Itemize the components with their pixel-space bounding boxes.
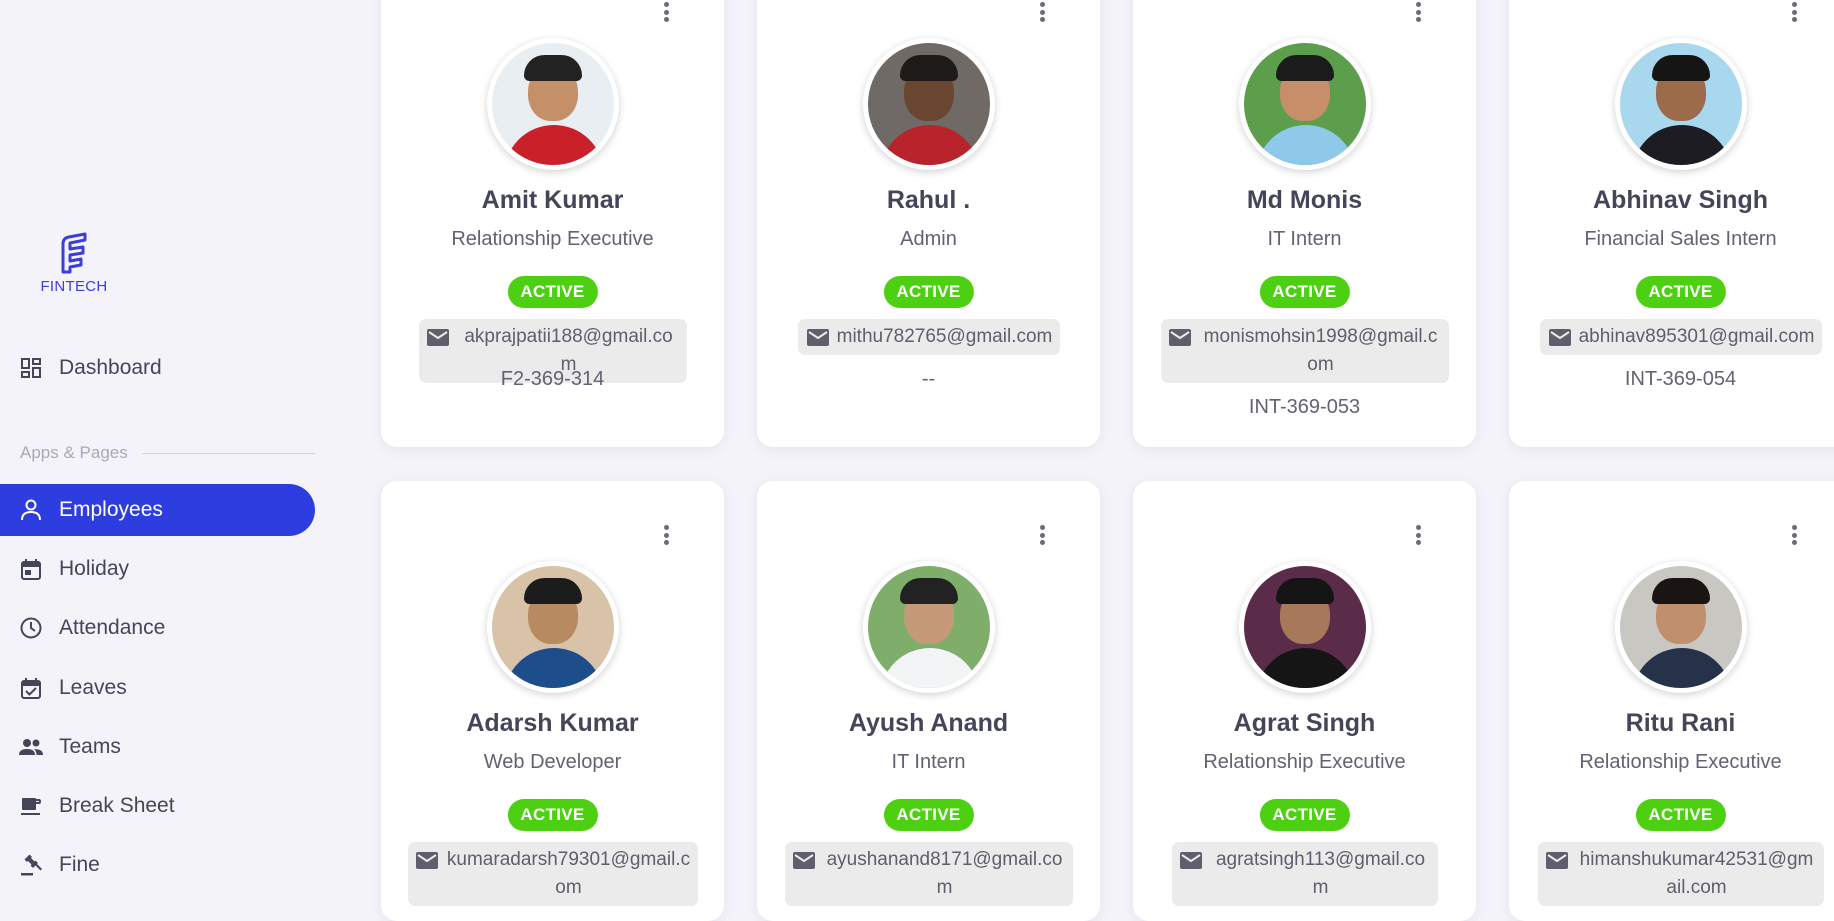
status-badge: ACTIVE (1259, 276, 1350, 308)
employee-card[interactable]: Adarsh Kumar Web Developer ACTIVE kumara… (381, 481, 724, 921)
employee-card[interactable]: Agrat Singh Relationship Executive ACTIV… (1133, 481, 1476, 921)
employee-role: Relationship Executive (451, 228, 654, 250)
mail-icon (792, 852, 815, 869)
avatar (1615, 561, 1747, 693)
employee-code: F2-369-314 (500, 368, 605, 390)
status-badge: ACTIVE (1635, 276, 1726, 308)
sidebar-item-label: Teams (59, 735, 121, 758)
sidebar-item-leaves[interactable]: Leaves (0, 662, 315, 714)
fintech-logo[interactable]: FINTECH (38, 232, 110, 295)
sidebar-item-label: Attendance (59, 616, 166, 639)
calendar-check-icon (18, 675, 44, 701)
employee-email: agratsingh113@gmail.com (1171, 842, 1438, 906)
sidebar-item-label: Break Sheet (59, 794, 175, 817)
sidebar-item-label: Leaves (59, 676, 127, 699)
mail-icon (426, 329, 449, 346)
dashboard-icon (18, 355, 44, 381)
employee-card[interactable]: Md Monis IT Intern ACTIVE monismohsin199… (1133, 0, 1476, 447)
calendar-icon (18, 556, 44, 582)
more-options-icon[interactable] (1032, 0, 1052, 24)
sidebar-item-label: Holiday (59, 557, 130, 580)
employee-email: himanshukumar42531@gmail.com (1537, 842, 1824, 906)
more-options-icon[interactable] (1032, 523, 1052, 547)
coffee-icon (18, 793, 44, 819)
mail-icon (1179, 852, 1202, 869)
logo-text: FINTECH (40, 278, 108, 295)
employee-email: abhinav895301@gmail.com (1539, 319, 1822, 355)
employee-card[interactable]: Ritu Rani Relationship Executive ACTIVE … (1509, 481, 1834, 921)
sidebar-item-attendance[interactable]: Attendance (0, 602, 315, 654)
avatar (863, 561, 995, 693)
avatar (1615, 38, 1747, 170)
employee-name: Adarsh Kumar (466, 709, 639, 737)
status-badge: ACTIVE (1635, 799, 1726, 831)
mail-icon (1548, 329, 1571, 346)
sidebar-item-teams[interactable]: Teams (0, 721, 315, 773)
employee-role: Financial Sales Intern (1584, 228, 1777, 250)
clock-icon (18, 615, 44, 641)
status-badge: ACTIVE (883, 276, 974, 308)
status-badge: ACTIVE (1259, 799, 1350, 831)
employee-name: Rahul . (886, 186, 971, 214)
employee-email: kumaradarsh79301@gmail.com (407, 842, 698, 906)
employee-code: INT-369-053 (1248, 396, 1361, 418)
employee-role: IT Intern (1267, 228, 1342, 250)
status-badge: ACTIVE (507, 799, 598, 831)
employee-role: Relationship Executive (1203, 751, 1406, 773)
employee-email: mithu782765@gmail.com (797, 319, 1060, 355)
person-icon (18, 497, 44, 523)
employee-name: Amit Kumar (481, 186, 624, 214)
avatar (863, 38, 995, 170)
employee-card[interactable]: Ayush Anand IT Intern ACTIVE ayushanand8… (757, 481, 1100, 921)
sidebar-item-break-sheet[interactable]: Break Sheet (0, 780, 315, 832)
status-badge: ACTIVE (507, 276, 598, 308)
more-options-icon[interactable] (1784, 523, 1804, 547)
sidebar-item-label: Dashboard (59, 356, 162, 379)
employee-name: Abhinav Singh (1593, 186, 1768, 214)
employee-name: Md Monis (1246, 186, 1363, 214)
avatar (1239, 38, 1371, 170)
sidebar: FINTECH Dashboard Apps & Pages Employees… (0, 0, 330, 896)
employee-name: Ritu Rani (1625, 709, 1736, 737)
employee-email: ayushanand8171@gmail.com (784, 842, 1073, 906)
employee-email: monismohsin1998@gmail.com (1160, 319, 1449, 383)
more-options-icon[interactable] (1408, 523, 1428, 547)
employee-name: Agrat Singh (1233, 709, 1376, 737)
fintech-logo-icon (61, 232, 87, 274)
sidebar-item-employees[interactable]: Employees (0, 484, 315, 536)
employee-role: Relationship Executive (1579, 751, 1782, 773)
avatar (1239, 561, 1371, 693)
avatar (487, 561, 619, 693)
sidebar-item-label: Employees (59, 498, 163, 521)
employee-card[interactable]: Rahul . Admin ACTIVE mithu782765@gmail.c… (757, 0, 1100, 447)
employee-name: Ayush Anand (848, 709, 1009, 737)
group-icon (18, 734, 44, 760)
divider (141, 452, 315, 454)
mail-icon (1545, 852, 1568, 869)
more-options-icon[interactable] (1784, 0, 1804, 24)
employee-role: IT Intern (891, 751, 966, 773)
mail-icon (415, 852, 438, 869)
avatar (487, 38, 619, 170)
gavel-icon (18, 852, 44, 878)
employee-card[interactable]: Amit Kumar Relationship Executive ACTIVE… (381, 0, 724, 447)
sidebar-item-dashboard[interactable]: Dashboard (0, 342, 315, 394)
sidebar-item-label: Fine (59, 853, 100, 876)
more-options-icon[interactable] (656, 0, 676, 24)
employee-card[interactable]: Abhinav Singh Financial Sales Intern ACT… (1509, 0, 1834, 447)
sidebar-item-fine[interactable]: Fine (0, 839, 315, 891)
status-badge: ACTIVE (883, 799, 974, 831)
sidebar-item-holiday[interactable]: Holiday (0, 543, 315, 595)
more-options-icon[interactable] (1408, 0, 1428, 24)
more-options-icon[interactable] (656, 523, 676, 547)
employee-code: -- (921, 368, 936, 390)
mail-icon (806, 329, 829, 346)
mail-icon (1168, 329, 1191, 346)
section-label-apps-pages: Apps & Pages (20, 443, 315, 463)
employee-code: INT-369-054 (1624, 368, 1737, 390)
employee-role: Web Developer (483, 751, 622, 773)
employee-role: Admin (900, 228, 957, 250)
